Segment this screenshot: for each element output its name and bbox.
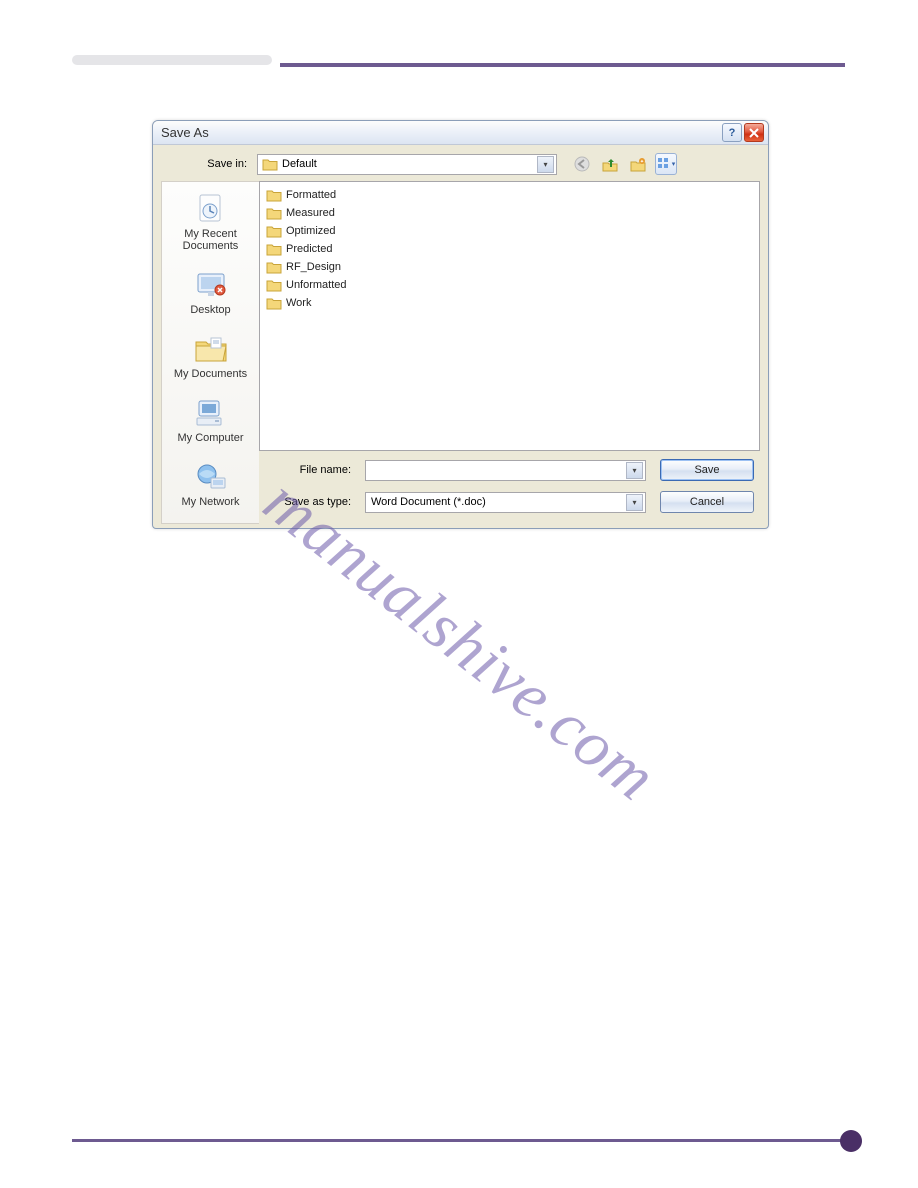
savein-row: Save in: Default ▾ ✦ [161, 153, 760, 175]
save-button-label: Save [694, 464, 719, 476]
folder-icon [266, 206, 282, 220]
savein-value: Default [282, 158, 317, 170]
filename-input[interactable]: ▾ [365, 460, 646, 481]
list-item[interactable]: Optimized [266, 222, 753, 240]
folder-icon [262, 157, 278, 171]
place-my-network[interactable]: My Network [163, 454, 259, 518]
savetype-dropdown[interactable]: Word Document (*.doc) ▾ [365, 492, 646, 513]
folder-name: Work [286, 297, 311, 309]
place-label: My Network [181, 496, 239, 508]
help-button[interactable]: ? [722, 123, 742, 142]
folder-icon [266, 242, 282, 256]
folder-name: Unformatted [286, 279, 347, 291]
savetype-label: Save as type: [261, 496, 351, 508]
place-my-documents[interactable]: My Documents [163, 326, 259, 390]
recent-documents-icon [192, 192, 230, 226]
place-recent-documents[interactable]: My Recent Documents [163, 186, 259, 262]
new-folder-button[interactable]: ✦ [627, 153, 649, 175]
chevron-down-icon: ▾ [626, 462, 643, 479]
cancel-button-label: Cancel [690, 496, 724, 508]
place-label: My Documents [174, 368, 247, 380]
place-desktop[interactable]: Desktop [163, 262, 259, 326]
filename-label: File name: [261, 464, 351, 476]
folder-name: Predicted [286, 243, 332, 255]
folder-name: Measured [286, 207, 335, 219]
desktop-icon [192, 268, 230, 302]
list-item[interactable]: Measured [266, 204, 753, 222]
savein-dropdown[interactable]: Default ▾ [257, 154, 557, 175]
file-list[interactable]: Formatted Measured Optimized Predicted [259, 181, 760, 451]
list-item[interactable]: Predicted [266, 240, 753, 258]
savetype-value: Word Document (*.doc) [371, 496, 486, 508]
place-label: My Computer [177, 432, 243, 444]
list-item[interactable]: Formatted [266, 186, 753, 204]
footer-purple-bar [72, 1139, 842, 1142]
footer-dot [840, 1130, 862, 1152]
header-purple-bar [280, 63, 845, 67]
bottom-controls: File name: ▾ Save Save as type: Word Doc… [259, 451, 760, 517]
dialog-body: Save in: Default ▾ ✦ [153, 145, 768, 528]
svg-text:✦: ✦ [640, 159, 644, 165]
my-documents-icon [192, 332, 230, 366]
savein-label: Save in: [161, 158, 251, 170]
save-as-dialog: Save As ? Save in: Default ▾ [152, 120, 769, 529]
folder-icon [266, 224, 282, 238]
header-grey-bar [72, 55, 272, 65]
back-button[interactable] [571, 153, 593, 175]
folder-name: Formatted [286, 189, 336, 201]
list-item[interactable]: Unformatted [266, 276, 753, 294]
list-item[interactable]: Work [266, 294, 753, 312]
folder-icon [266, 260, 282, 274]
folder-icon [266, 188, 282, 202]
chevron-down-icon: ▾ [537, 156, 554, 173]
place-label: My Recent Documents [183, 228, 239, 252]
place-my-computer[interactable]: My Computer [163, 390, 259, 454]
folder-name: Optimized [286, 225, 336, 237]
dialog-title: Save As [161, 125, 209, 140]
my-computer-icon [192, 396, 230, 430]
places-bar: My Recent Documents Desktop My Documents [161, 181, 259, 524]
folder-icon [266, 296, 282, 310]
folder-name: RF_Design [286, 261, 341, 273]
cancel-button[interactable]: Cancel [660, 491, 754, 513]
up-one-level-button[interactable] [599, 153, 621, 175]
my-network-icon [192, 460, 230, 494]
chevron-down-icon: ▾ [672, 160, 676, 168]
titlebar: Save As ? [153, 121, 768, 145]
list-item[interactable]: RF_Design [266, 258, 753, 276]
folder-icon [266, 278, 282, 292]
place-label: Desktop [190, 304, 230, 316]
view-menu-button[interactable]: ▾ [655, 153, 677, 175]
close-button[interactable] [744, 123, 764, 142]
chevron-down-icon: ▾ [626, 494, 643, 511]
file-pane: Formatted Measured Optimized Predicted [259, 181, 760, 524]
dialog-middle: My Recent Documents Desktop My Documents [161, 181, 760, 524]
save-button[interactable]: Save [660, 459, 754, 481]
